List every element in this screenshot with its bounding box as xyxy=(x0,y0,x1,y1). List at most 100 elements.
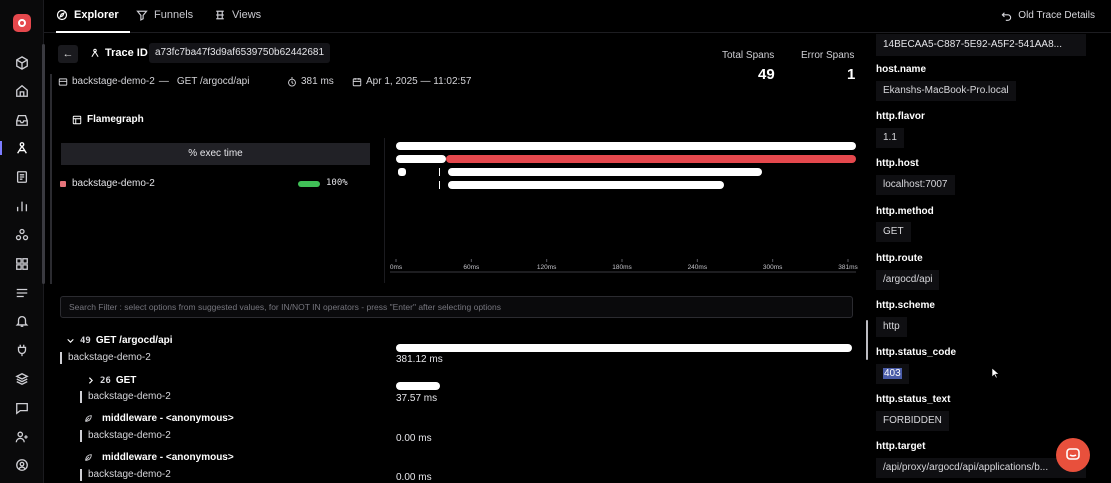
sidebar-scrollbar[interactable] xyxy=(42,44,45,284)
span-name: middleware - <anonymous> xyxy=(102,452,234,463)
flame-span-grandchild-2[interactable] xyxy=(448,181,724,189)
trace-id-value[interactable]: a73fc7ba47f3d9af6539750b62442681 xyxy=(149,43,331,63)
trace-id-label: Trace ID xyxy=(90,47,148,59)
total-spans-label: Total Spans xyxy=(722,50,775,61)
trace-icon xyxy=(91,48,99,58)
tab-views[interactable]: Views xyxy=(214,9,261,21)
support-chat-button[interactable] xyxy=(1056,438,1090,472)
time-axis-tick-label: 60ms xyxy=(463,264,480,271)
home-icon[interactable] xyxy=(15,84,29,98)
attribute-key: http.target xyxy=(876,441,926,452)
span-duration-bar xyxy=(396,382,440,390)
back-button[interactable]: ← xyxy=(58,45,78,63)
service-name: backstage-demo-2 xyxy=(72,178,155,189)
tab-label: Funnels xyxy=(154,9,194,21)
flame-span-root[interactable] xyxy=(396,142,856,150)
user-circle-icon[interactable] xyxy=(15,458,29,472)
list-icon[interactable] xyxy=(15,286,29,300)
span-service: backstage-demo-2 xyxy=(80,391,171,403)
attribute-value[interactable]: /argocd/api xyxy=(876,270,940,290)
flame-span-grandchild[interactable] xyxy=(448,168,762,176)
span-row-get[interactable]: 26 GET xyxy=(86,375,136,386)
old-trace-details-button[interactable]: Old Trace Details xyxy=(1001,10,1095,21)
attribute-key: http.status_code xyxy=(876,347,957,358)
span-row-middleware[interactable]: middleware - <anonymous> xyxy=(84,452,234,463)
trace-id-label-text: Trace ID xyxy=(105,47,148,59)
span-duration: 0.00 ms xyxy=(396,472,432,483)
dashboards-icon[interactable] xyxy=(15,257,29,271)
span-name: middleware - <anonymous> xyxy=(102,413,234,424)
chevron-down-icon[interactable] xyxy=(66,336,75,345)
service-exec-row[interactable]: backstage-demo-2 100% xyxy=(60,178,360,190)
cube-icon[interactable] xyxy=(15,56,29,70)
time-axis-tick-label: 120ms xyxy=(537,264,557,271)
layers-icon[interactable] xyxy=(15,372,29,386)
attribute-key: http.status_text xyxy=(876,394,951,405)
attribute-value[interactable]: FORBIDDEN xyxy=(876,411,949,431)
trace-datetime-value: Apr 1, 2025 — 11:02:57 xyxy=(366,76,472,87)
time-axis-tick-label: 180ms xyxy=(612,264,632,271)
attribute-key: http.method xyxy=(876,206,934,217)
tab-funnels[interactable]: Funnels xyxy=(136,9,193,21)
flame-span-small[interactable] xyxy=(398,168,406,176)
selected-text: 403 xyxy=(883,368,902,379)
old-trace-details-label: Old Trace Details xyxy=(1018,10,1095,21)
total-spans-value: 49 xyxy=(758,66,775,83)
flamegraph-icon xyxy=(72,115,82,124)
span-service: backstage-demo-2 xyxy=(80,469,171,481)
bar-chart-icon[interactable] xyxy=(15,199,29,213)
flamegraph-title: Flamegraph xyxy=(72,114,144,125)
tab-explorer[interactable]: Explorer xyxy=(56,9,119,21)
span-service: backstage-demo-2 xyxy=(80,430,171,442)
attribute-key: http.route xyxy=(876,253,923,264)
leaf-icon xyxy=(85,415,92,422)
attribute-value[interactable]: Ekanshs-MacBook-Pro.local xyxy=(876,81,1016,101)
trace-datetime: Apr 1, 2025 — 11:02:57 xyxy=(352,76,471,87)
traces-icon[interactable] xyxy=(15,141,29,155)
arrow-left-icon: ← xyxy=(62,48,74,60)
attribute-value[interactable]: localhost:7007 xyxy=(876,175,955,195)
span-child-count: 49 xyxy=(80,335,91,346)
attribute-value[interactable]: 1.1 xyxy=(876,128,904,148)
integrations-icon[interactable] xyxy=(15,228,29,242)
service-icon xyxy=(58,77,68,86)
span-service: backstage-demo-2 xyxy=(60,352,151,364)
calendar-icon xyxy=(352,77,362,86)
span-duration: 0.00 ms xyxy=(396,433,432,444)
flame-span-child-ok[interactable] xyxy=(396,155,446,163)
span-name: GET /argocd/api xyxy=(95,335,173,346)
trace-duration: 381 ms xyxy=(287,76,334,87)
leaf-icon xyxy=(85,454,92,461)
span-duration: 37.57 ms xyxy=(396,393,438,404)
span-row-root[interactable]: 49 GET /argocd/api xyxy=(66,335,173,346)
attribute-key: http.flavor xyxy=(876,111,925,122)
signoz-logo-icon[interactable] xyxy=(13,14,31,32)
views-icon xyxy=(216,10,224,20)
message-icon[interactable] xyxy=(15,401,29,415)
attribute-value-status-code[interactable]: 403 xyxy=(876,364,909,384)
span-search-input[interactable]: Search Filter : select options from sugg… xyxy=(60,296,853,318)
time-axis-tick-label: 300ms xyxy=(763,264,783,271)
tab-label: Explorer xyxy=(74,9,119,21)
top-nav-bar: Explorer Funnels Views Old Trace Details xyxy=(44,0,1111,33)
flame-span-child-error[interactable] xyxy=(446,155,856,163)
exec-time-bar xyxy=(298,181,320,187)
flame-span-tick xyxy=(439,168,440,176)
trace-duration-value: 381 ms xyxy=(301,76,334,87)
attribute-value[interactable]: /api/proxy/argocd/api/applications/b... xyxy=(876,458,1086,478)
user-plus-icon[interactable] xyxy=(15,430,29,444)
plug-icon[interactable] xyxy=(15,343,29,357)
chevron-right-icon[interactable] xyxy=(86,376,95,385)
span-list-scrollbar[interactable] xyxy=(866,320,868,360)
span-row-middleware[interactable]: middleware - <anonymous> xyxy=(84,413,234,424)
flamegraph-chart[interactable]: 0ms 60ms 120ms 180ms 240ms 300ms 381ms xyxy=(386,138,858,278)
span-name: GET xyxy=(115,375,137,386)
attribute-value[interactable]: GET xyxy=(876,222,911,242)
alerts-bell-icon[interactable] xyxy=(15,314,29,328)
attribute-key: http.host xyxy=(876,158,919,169)
attribute-value-top: 14BECAA5-C887-5E92-A5F2-541AA8... xyxy=(876,34,1086,56)
logs-icon[interactable] xyxy=(15,170,29,184)
attribute-value[interactable]: http xyxy=(876,317,907,337)
time-axis-tick-label: 0ms xyxy=(390,264,403,271)
inbox-icon[interactable] xyxy=(15,113,29,127)
